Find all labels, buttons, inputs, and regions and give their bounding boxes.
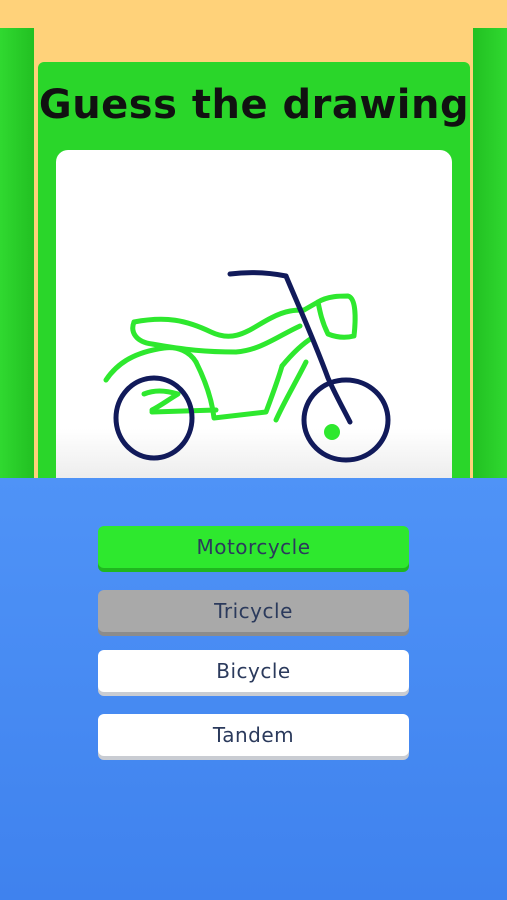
front-hub (324, 424, 340, 440)
swing-arm (149, 407, 219, 415)
motorcycle-drawing-icon (103, 270, 391, 463)
answer-button-bicycle[interactable]: Bicycle (98, 650, 409, 692)
front-wheel (301, 377, 391, 463)
game-screen: Guess the drawing Motorcycle Tricycle Bi… (0, 0, 507, 900)
headlight (315, 293, 358, 340)
rear-detail (141, 388, 181, 413)
headlight-mount (301, 299, 321, 313)
handlebar (227, 270, 289, 279)
answer-button-motorcycle[interactable]: Motorcycle (98, 526, 409, 568)
right-pillar (473, 28, 507, 492)
left-pillar (0, 28, 34, 492)
rear-fender (103, 345, 199, 383)
page-title: Guess the drawing (38, 82, 470, 128)
answer-label: Bicycle (216, 659, 291, 683)
tank-outline (131, 307, 307, 339)
answer-label: Motorcycle (196, 535, 311, 559)
drawing-canvas (56, 150, 452, 490)
answer-button-tricycle[interactable]: Tricycle (98, 590, 409, 632)
answer-label: Tandem (212, 723, 295, 747)
answer-label: Tricycle (214, 599, 293, 623)
answer-button-tandem[interactable]: Tandem (98, 714, 409, 756)
